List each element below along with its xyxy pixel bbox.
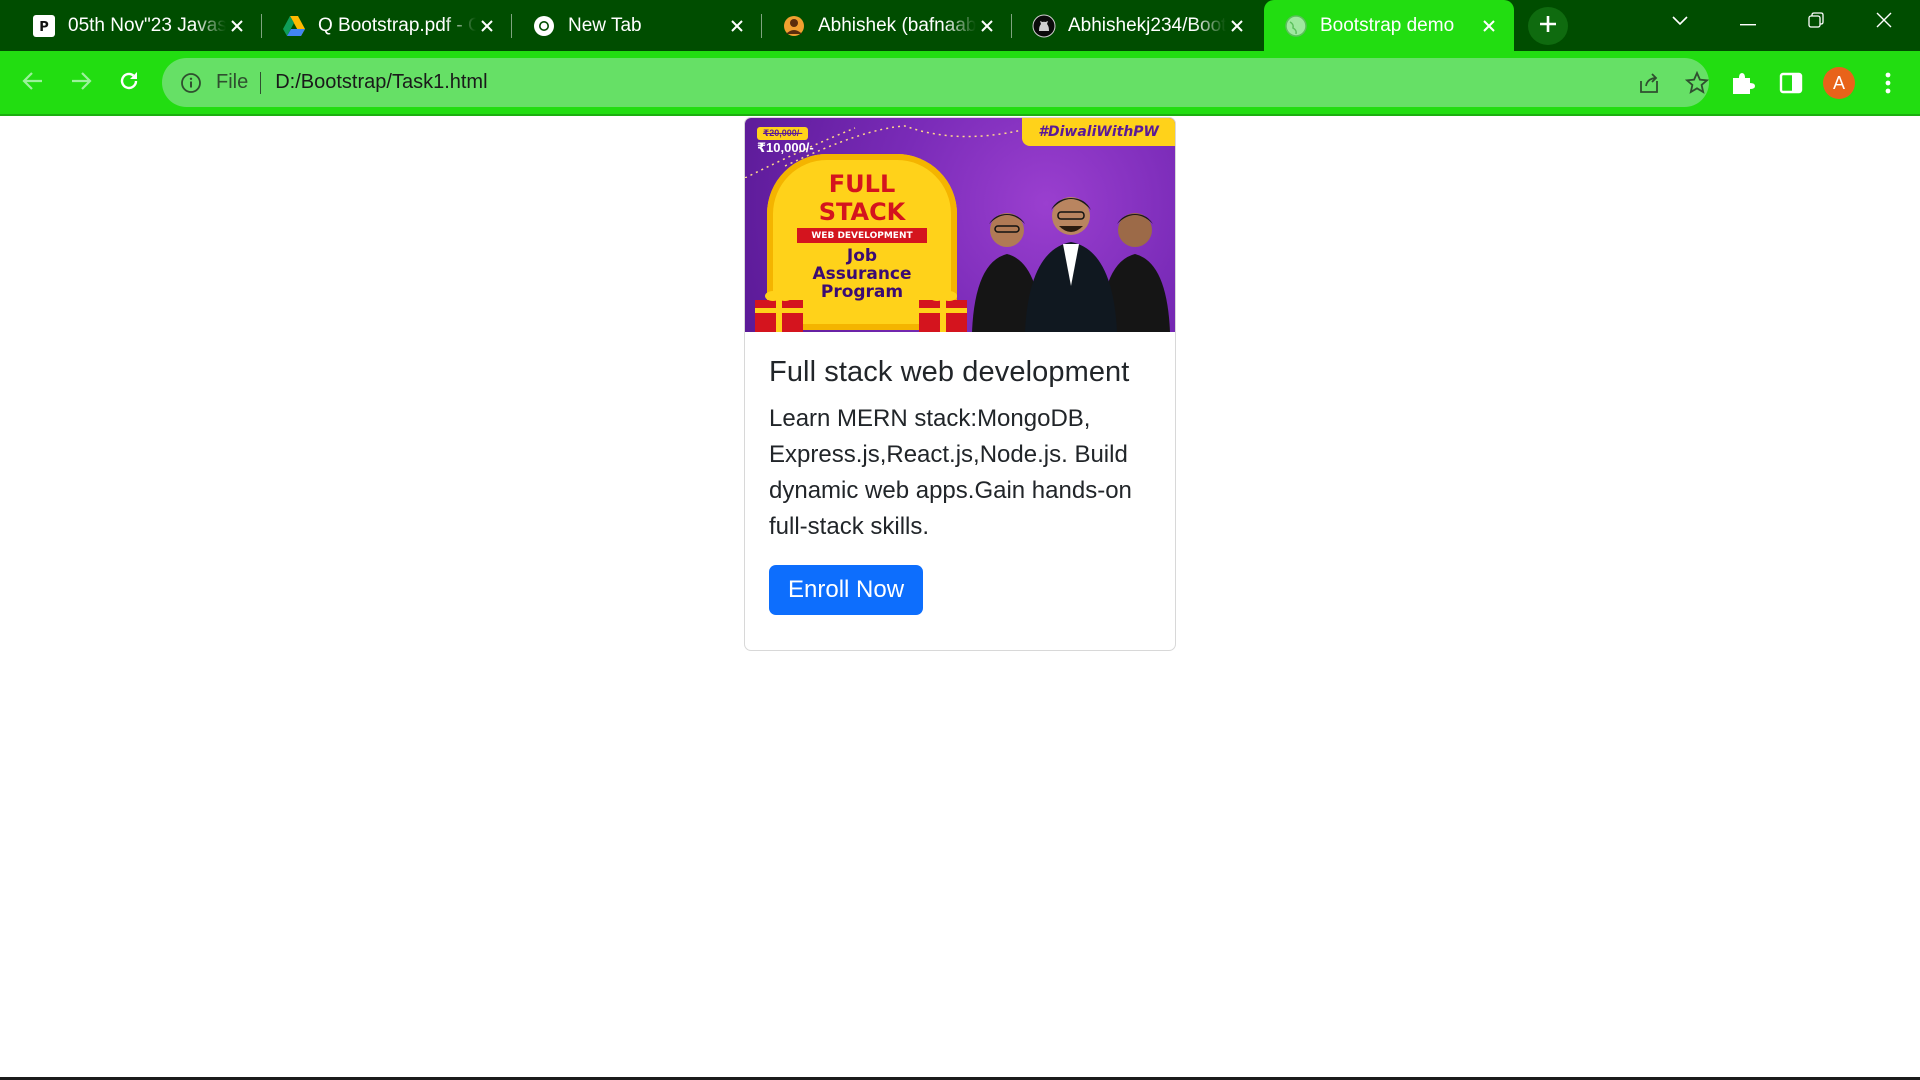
reload-button[interactable] <box>108 62 150 104</box>
tab-new-tab[interactable]: New Tab <box>512 0 762 51</box>
banner-tagline-2: Assurance <box>812 264 912 284</box>
restore-button[interactable] <box>1788 0 1844 44</box>
minimize-button[interactable] <box>1720 0 1776 44</box>
course-card: ₹20,000/- ₹10,000/- #DiwaliWithPW FULL S… <box>744 117 1176 651</box>
window-close-button[interactable] <box>1856 0 1912 44</box>
restore-icon <box>1808 11 1824 33</box>
card-body: Full stack web development Learn MERN st… <box>745 332 1175 639</box>
close-icon[interactable] <box>476 15 498 37</box>
banner-headline-1: FULL <box>828 170 896 198</box>
address-bar[interactable]: File D:/Bootstrap/Task1.html <box>162 58 1709 107</box>
plus-icon <box>1538 14 1558 39</box>
forward-button[interactable] <box>60 62 102 104</box>
info-icon[interactable] <box>178 70 204 96</box>
reload-icon <box>118 70 140 97</box>
back-button[interactable] <box>12 62 54 104</box>
enroll-now-button[interactable]: Enroll Now <box>769 565 924 615</box>
url-scheme-label: File <box>216 71 249 93</box>
new-tab-button[interactable] <box>1528 7 1568 45</box>
gift-box-left <box>755 291 803 332</box>
tab-bootstrap-pdf[interactable]: Q Bootstrap.pdf - Google Drive <box>262 0 512 51</box>
course-banner-image: ₹20,000/- ₹10,000/- #DiwaliWithPW FULL S… <box>745 118 1175 332</box>
tab-bootstrap-demo[interactable]: Bootstrap demo <box>1264 0 1514 51</box>
svg-text:P: P <box>39 20 49 35</box>
tab-github-repo[interactable]: Abhishekj234/Bootstrap <box>1012 0 1262 51</box>
minimize-icon <box>1740 13 1756 31</box>
extensions-puzzle-icon[interactable] <box>1727 67 1759 99</box>
tab-abhishek-profile[interactable]: Abhishek (bafnaabhishek) <box>762 0 1012 51</box>
chevron-down-icon <box>1672 13 1688 31</box>
close-icon[interactable] <box>226 15 248 37</box>
profile-avatar[interactable]: A <box>1823 67 1855 99</box>
banner-tagline-1: Job <box>846 246 878 266</box>
side-panel-icon[interactable] <box>1775 67 1807 99</box>
close-icon[interactable] <box>1226 15 1248 37</box>
arrow-right-icon <box>70 71 92 96</box>
close-icon[interactable] <box>976 15 998 37</box>
close-icon <box>1876 12 1892 33</box>
url-divider <box>260 71 262 94</box>
close-icon[interactable] <box>726 15 748 37</box>
tab-search-button[interactable] <box>1652 0 1708 44</box>
browser-toolbar: File D:/Bootstrap/Task1.html A <box>0 51 1920 114</box>
url-text[interactable]: D:/Bootstrap/Task1.html <box>275 71 487 94</box>
instructor-photo-center <box>1025 197 1117 332</box>
pw-logo-icon: P <box>32 14 56 38</box>
tab-javascript[interactable]: P 05th Nov"23 Javascript <box>12 0 262 51</box>
tab-title: 05th Nov"23 Javascript <box>68 14 226 36</box>
card-description: Learn MERN stack:MongoDB, Express.js,Rea… <box>769 405 1132 540</box>
tab-title: Bootstrap demo <box>1320 14 1455 36</box>
chrome-icon <box>532 14 556 38</box>
close-icon[interactable] <box>1478 15 1500 37</box>
banner-headline-2: STACK <box>818 198 906 226</box>
bookmark-star-icon[interactable] <box>1682 68 1712 98</box>
new-price: ₹10,000/- <box>757 140 814 155</box>
tab-title: New Tab <box>568 14 642 36</box>
github-icon <box>1032 14 1056 38</box>
old-price: ₹20,000/- <box>757 127 809 140</box>
tab-title: Abhishek (bafnaabhishek) <box>818 14 976 36</box>
google-drive-icon <box>282 14 306 38</box>
gift-box-right <box>919 291 967 332</box>
profile-favicon-icon <box>782 14 806 38</box>
tab-strip: P 05th Nov"23 Javascript Q Bootstrap.pdf… <box>0 0 1920 51</box>
more-menu-icon[interactable] <box>1872 67 1904 99</box>
tab-title: Abhishekj234/Bootstrap <box>1068 14 1226 36</box>
arrow-left-icon <box>22 71 44 96</box>
share-icon[interactable] <box>1634 68 1664 98</box>
card-title: Full stack web development <box>769 356 1130 388</box>
tab-title: Q Bootstrap.pdf - Google Drive <box>318 14 476 36</box>
banner-ribbon: WEB DEVELOPMENT <box>797 228 927 243</box>
hashtag-badge: #DiwaliWithPW <box>1022 118 1175 146</box>
globe-icon <box>1284 14 1308 38</box>
toolbar-divider <box>0 114 1920 116</box>
